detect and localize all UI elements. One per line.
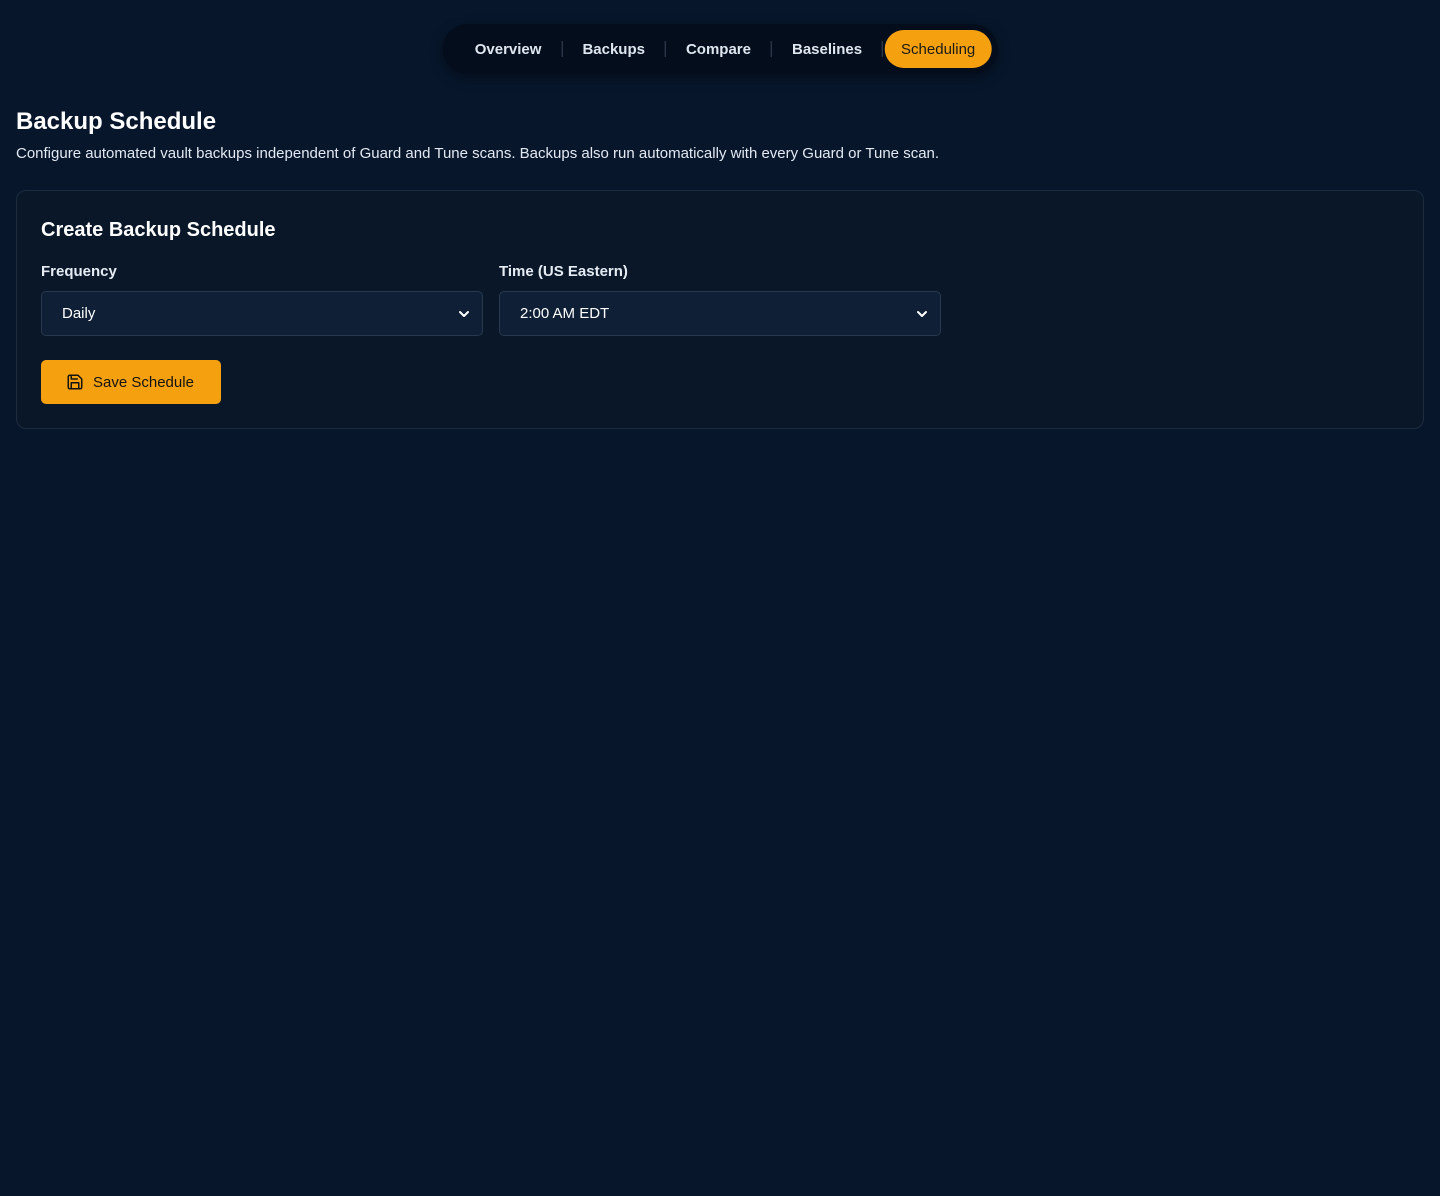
frequency-label: Frequency <box>41 263 117 280</box>
tab-bar: Overview Backups Compare Baselines Sched… <box>442 24 998 74</box>
tab-scheduling[interactable]: Scheduling <box>885 30 992 68</box>
save-schedule-button[interactable]: Save Schedule <box>41 360 221 404</box>
tab-overview[interactable]: Overview <box>455 30 562 68</box>
card-title: Create Backup Schedule <box>41 219 276 241</box>
tab-baselines[interactable]: Baselines <box>772 30 882 68</box>
time-value: 2:00 AM EDT <box>520 305 610 322</box>
frequency-value: Daily <box>62 305 96 322</box>
chevron-down-icon <box>916 308 928 320</box>
create-schedule-card: Create Backup Schedule Frequency Daily T… <box>16 190 1424 429</box>
page-title: Backup Schedule <box>16 108 217 135</box>
page-subtitle: Configure automated vault backups indepe… <box>16 145 940 162</box>
time-label: Time (US Eastern) <box>499 263 628 280</box>
tab-compare[interactable]: Compare <box>666 30 771 68</box>
save-schedule-label: Save Schedule <box>93 373 194 391</box>
tab-backups[interactable]: Backups <box>562 30 665 68</box>
frequency-select[interactable]: Daily <box>41 291 483 336</box>
tab-divider <box>882 41 884 57</box>
chevron-down-icon <box>458 308 470 320</box>
time-select[interactable]: 2:00 AM EDT <box>499 291 941 336</box>
save-icon <box>65 372 85 392</box>
